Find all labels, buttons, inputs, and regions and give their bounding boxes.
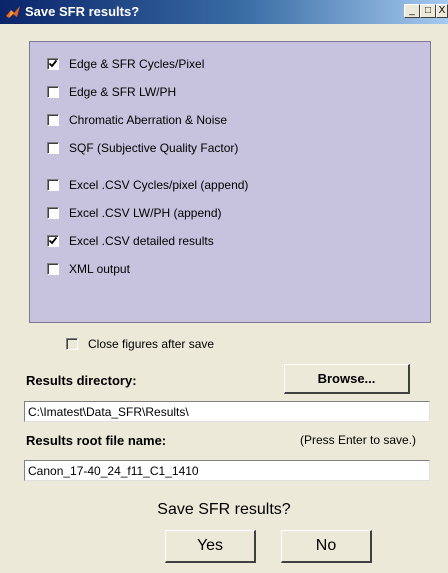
check-icon	[48, 59, 58, 68]
results-root-field[interactable]: Canon_17-40_24_f11_C1_1410	[24, 460, 430, 481]
option-excel-csv-detailed[interactable]: Excel .CSV detailed results	[47, 232, 214, 250]
yes-button[interactable]: Yes	[165, 530, 256, 563]
option-edge-sfr-cycles-pixel[interactable]: Edge & SFR Cycles/Pixel	[47, 55, 204, 73]
title-bar[interactable]: Save SFR results? _ □ X	[0, 0, 448, 24]
close-button[interactable]: X	[436, 4, 448, 18]
checkbox[interactable]	[47, 58, 59, 70]
option-label: SQF (Subjective Quality Factor)	[69, 141, 239, 155]
checkbox[interactable]	[47, 235, 59, 247]
checkbox[interactable]	[47, 207, 59, 219]
matlab-icon	[5, 4, 21, 20]
no-button[interactable]: No	[281, 530, 372, 563]
checkbox[interactable]	[47, 263, 59, 275]
option-edge-sfr-lw-ph[interactable]: Edge & SFR LW/PH	[47, 83, 176, 101]
check-icon	[48, 236, 58, 245]
close-figures-checkbox[interactable]	[66, 338, 78, 350]
checkbox[interactable]	[47, 86, 59, 98]
results-directory-label: Results directory:	[26, 373, 137, 388]
option-label: Excel .CSV detailed results	[69, 234, 214, 248]
minimize-button[interactable]: _	[404, 4, 420, 18]
option-label: XML output	[69, 262, 130, 276]
option-label: Excel .CSV Cycles/pixel (append)	[69, 178, 249, 192]
option-label: Edge & SFR Cycles/Pixel	[69, 57, 205, 71]
results-root-label: Results root file name:	[26, 433, 167, 448]
window-title: Save SFR results?	[25, 4, 140, 19]
save-sfr-dialog: Save SFR results? _ □ X Edge & SFR Cycle…	[0, 0, 448, 573]
option-excel-csv-lw-ph[interactable]: Excel .CSV LW/PH (append)	[47, 204, 222, 222]
option-sqf[interactable]: SQF (Subjective Quality Factor)	[47, 139, 238, 157]
option-label: Edge & SFR LW/PH	[69, 85, 177, 99]
option-label: Excel .CSV LW/PH (append)	[69, 206, 222, 220]
close-figures-option[interactable]: Close figures after save	[66, 335, 214, 353]
browse-button[interactable]: Browse...	[284, 364, 410, 394]
close-figures-label: Close figures after save	[88, 337, 215, 351]
maximize-button[interactable]: □	[420, 4, 436, 18]
checkbox[interactable]	[47, 179, 59, 191]
checkbox[interactable]	[47, 142, 59, 154]
results-directory-field[interactable]: C:\Imatest\Data_SFR\Results\	[24, 401, 430, 422]
option-excel-csv-cycles-pixel[interactable]: Excel .CSV Cycles/pixel (append)	[47, 176, 248, 194]
output-options-group: Edge & SFR Cycles/Pixel Edge & SFR LW/PH…	[29, 41, 431, 323]
option-label: Chromatic Aberration & Noise	[69, 113, 228, 127]
save-question: Save SFR results?	[157, 501, 291, 518]
option-chromatic-aberration-noise[interactable]: Chromatic Aberration & Noise	[47, 111, 227, 129]
option-xml-output[interactable]: XML output	[47, 260, 130, 278]
checkbox[interactable]	[47, 114, 59, 126]
press-enter-hint: (Press Enter to save.)	[300, 433, 417, 447]
